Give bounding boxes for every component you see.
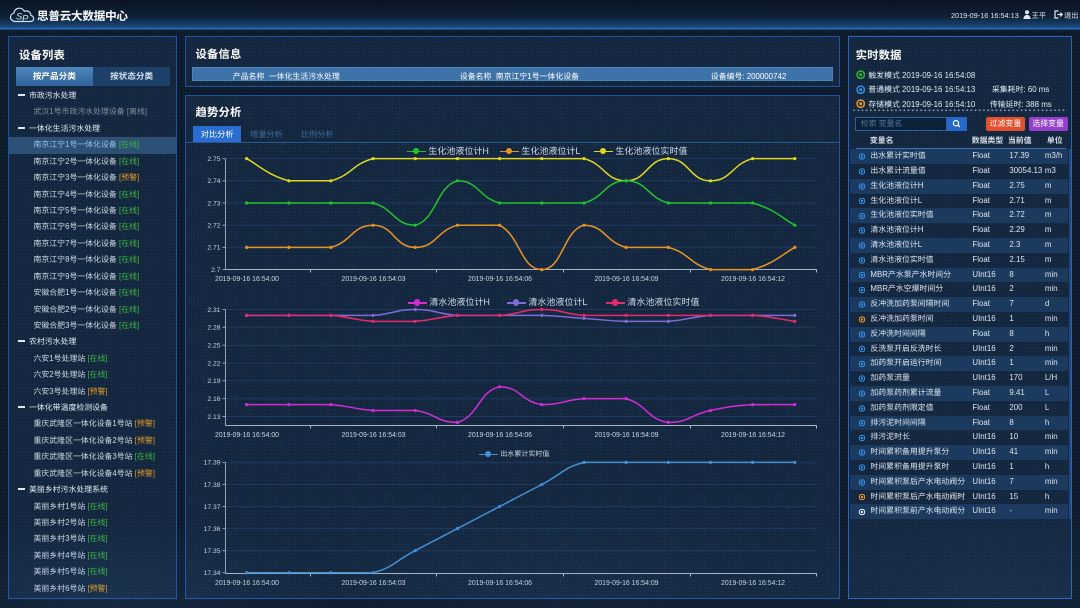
svg-text:2.7: 2.7 bbox=[211, 267, 221, 274]
svg-text:2019-09-16 16:54:06: 2019-09-16 16:54:06 bbox=[468, 432, 532, 439]
svg-text:2019-09-16 16:54:00: 2019-09-16 16:54:00 bbox=[215, 276, 279, 283]
svg-text:17.35: 17.35 bbox=[204, 548, 221, 555]
svg-text:2.13: 2.13 bbox=[207, 414, 220, 421]
svg-text:17.39: 17.39 bbox=[204, 460, 221, 467]
svg-text:2.73: 2.73 bbox=[207, 200, 220, 207]
svg-text:2.28: 2.28 bbox=[207, 325, 220, 332]
svg-text:17.37: 17.37 bbox=[204, 504, 221, 511]
svg-text:17.34: 17.34 bbox=[204, 570, 221, 577]
svg-text:2019-09-16 16:54:12: 2019-09-16 16:54:12 bbox=[721, 580, 785, 587]
svg-text:2019-09-16 16:54:06: 2019-09-16 16:54:06 bbox=[468, 580, 532, 587]
svg-text:2.25: 2.25 bbox=[207, 343, 220, 350]
svg-text:2019-09-16 16:54:00: 2019-09-16 16:54:00 bbox=[215, 580, 279, 587]
svg-text:2.19: 2.19 bbox=[207, 378, 220, 385]
svg-text:2.72: 2.72 bbox=[207, 223, 220, 230]
svg-text:2019-09-16 16:54:03: 2019-09-16 16:54:03 bbox=[342, 580, 406, 587]
svg-text:2.75: 2.75 bbox=[207, 156, 220, 163]
svg-text:2019-09-16 16:54:09: 2019-09-16 16:54:09 bbox=[595, 580, 659, 587]
svg-text:2019-09-16 16:54:03: 2019-09-16 16:54:03 bbox=[342, 432, 406, 439]
svg-text:17.38: 17.38 bbox=[204, 482, 221, 489]
svg-text:17.36: 17.36 bbox=[204, 526, 221, 533]
svg-text:2019-09-16 16:54:03: 2019-09-16 16:54:03 bbox=[342, 276, 406, 283]
svg-text:2019-09-16 16:54:00: 2019-09-16 16:54:00 bbox=[215, 432, 279, 439]
svg-text:2019-09-16 16:54:12: 2019-09-16 16:54:12 bbox=[721, 276, 785, 283]
svg-text:2.71: 2.71 bbox=[207, 245, 220, 252]
svg-text:2019-09-16 16:54:12: 2019-09-16 16:54:12 bbox=[721, 432, 785, 439]
svg-text:2019-09-16 16:54:09: 2019-09-16 16:54:09 bbox=[595, 432, 659, 439]
svg-text:2.22: 2.22 bbox=[207, 360, 220, 367]
svg-text:2.31: 2.31 bbox=[207, 307, 220, 314]
svg-text:2019-09-16 16:54:09: 2019-09-16 16:54:09 bbox=[595, 276, 659, 283]
svg-text:2.16: 2.16 bbox=[207, 396, 220, 403]
svg-text:2019-09-16 16:54:06: 2019-09-16 16:54:06 bbox=[468, 276, 532, 283]
svg-text:2.74: 2.74 bbox=[207, 178, 220, 185]
